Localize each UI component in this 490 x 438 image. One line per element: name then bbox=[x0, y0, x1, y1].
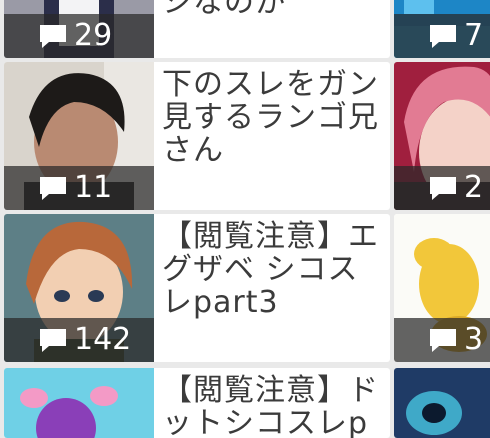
thread-card[interactable]: 29 シなのか bbox=[4, 0, 390, 58]
comment-count: 3 bbox=[464, 322, 484, 357]
comment-count-bar: 142 bbox=[4, 318, 154, 362]
comment-count-bar: 29 bbox=[4, 14, 154, 58]
thread-thumbnail[interactable]: 11 bbox=[4, 62, 154, 210]
comment-icon bbox=[430, 25, 456, 48]
thread-thumbnail[interactable] bbox=[394, 368, 490, 438]
thread-thumbnail[interactable]: 29 bbox=[4, 0, 154, 58]
comment-count: 11 bbox=[74, 170, 113, 205]
thread-thumbnail[interactable]: 142 bbox=[4, 214, 154, 362]
comment-count-bar: 3 bbox=[394, 318, 490, 362]
thread-thumbnail[interactable]: 3 bbox=[394, 214, 490, 362]
comment-count-bar: 2 bbox=[394, 166, 490, 210]
comment-count-bar: 7 bbox=[394, 14, 490, 58]
thread-thumbnail[interactable]: 2 bbox=[394, 62, 490, 210]
thread-card[interactable]: 7 bbox=[394, 0, 490, 58]
comment-icon bbox=[430, 177, 456, 200]
comment-icon bbox=[40, 25, 66, 48]
comment-count: 142 bbox=[74, 322, 132, 357]
thread-card[interactable] bbox=[394, 368, 490, 438]
thread-card[interactable]: 2 bbox=[394, 62, 490, 210]
comment-icon bbox=[40, 177, 66, 200]
comment-count: 29 bbox=[74, 18, 113, 53]
comment-count: 7 bbox=[464, 18, 484, 53]
thread-thumbnail[interactable] bbox=[4, 368, 154, 438]
comment-icon bbox=[430, 329, 456, 352]
thread-card[interactable]: 11 下のスレをガン見するランゴ兄さん bbox=[4, 62, 390, 210]
thread-card[interactable]: 142 【閲覧注意】エグザベ シコスレpart3 bbox=[4, 214, 390, 362]
thread-title[interactable]: 【閲覧注意】ドットシコスレp bbox=[162, 374, 384, 438]
thread-card[interactable]: 3 bbox=[394, 214, 490, 362]
thread-title[interactable]: シなのか bbox=[162, 0, 384, 19]
comment-icon bbox=[40, 329, 66, 352]
comment-count-bar: 11 bbox=[4, 166, 154, 210]
comment-count: 2 bbox=[464, 170, 484, 205]
thread-title[interactable]: 【閲覧注意】エグザベ シコスレpart3 bbox=[162, 220, 384, 319]
thread-card[interactable]: 【閲覧注意】ドットシコスレp bbox=[4, 368, 390, 438]
thumbnail-image bbox=[394, 368, 490, 438]
thread-thumbnail[interactable]: 7 bbox=[394, 0, 490, 58]
thumbnail-image bbox=[4, 368, 154, 438]
thread-title[interactable]: 下のスレをガン見するランゴ兄さん bbox=[162, 68, 384, 167]
